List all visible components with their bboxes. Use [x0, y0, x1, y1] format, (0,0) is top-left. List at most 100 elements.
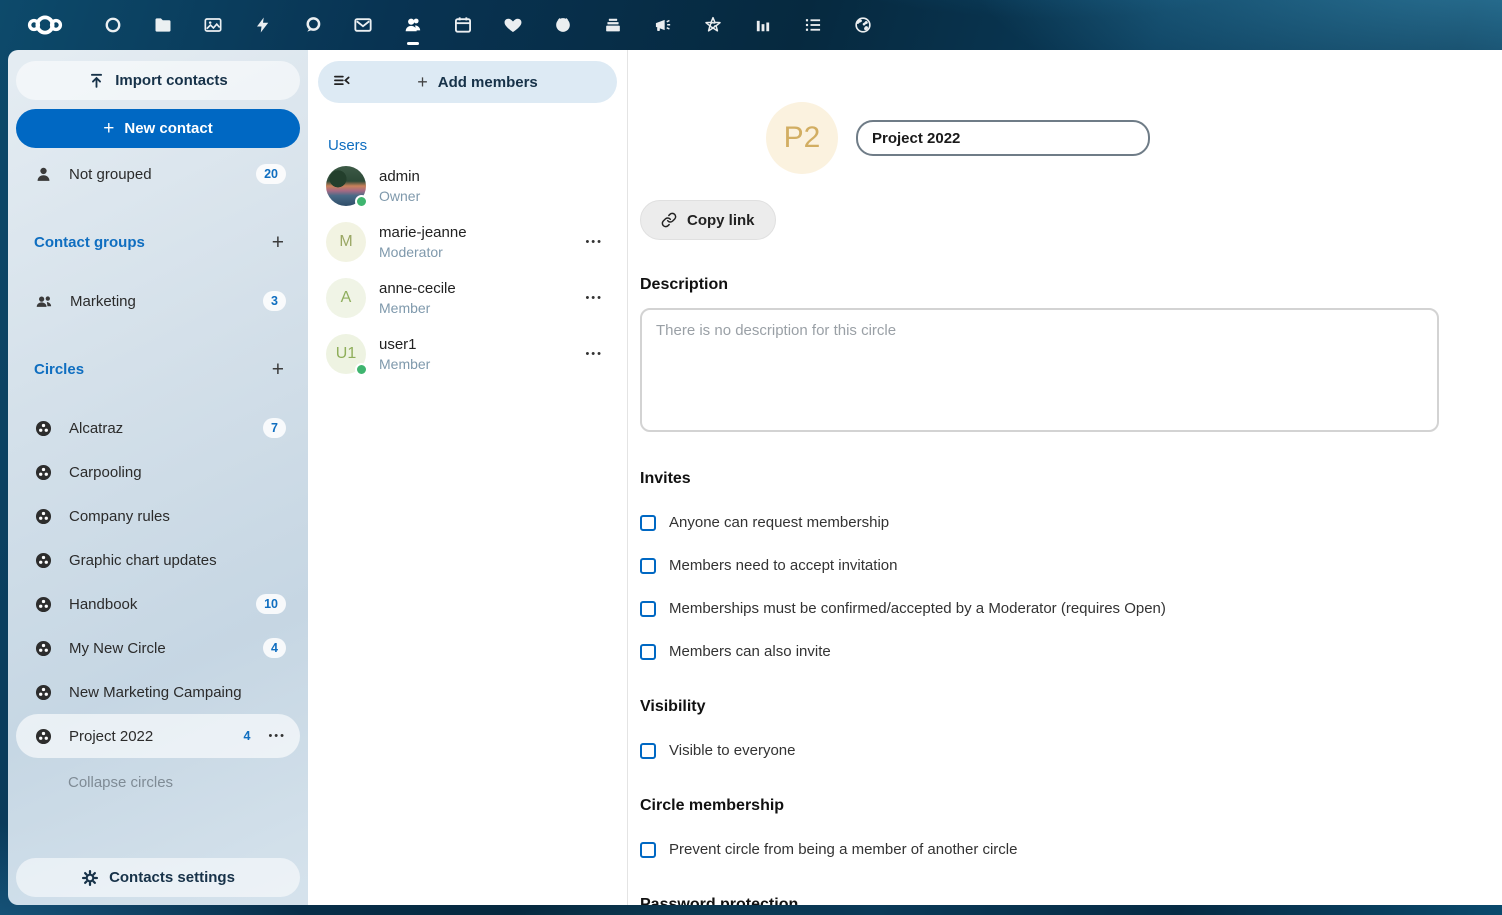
description-header: Description — [640, 276, 1439, 294]
member-row-user1[interactable]: U1 user1 Member ••• — [318, 326, 617, 382]
group-label: Marketing — [70, 293, 247, 310]
new-contact-label: New contact — [124, 120, 212, 137]
collectives-icon[interactable] — [688, 0, 738, 50]
activity-icon[interactable] — [238, 0, 288, 50]
dashboard-icon[interactable] — [88, 0, 138, 50]
announcements-icon[interactable] — [638, 0, 688, 50]
checkbox[interactable] — [640, 601, 656, 617]
contact-groups-title: Contact groups — [34, 234, 266, 251]
sidebar-item-not-grouped[interactable]: Not grouped 20 — [16, 152, 300, 196]
circle-icon — [34, 463, 53, 482]
checkbox[interactable] — [640, 558, 656, 574]
plus-icon: + — [103, 118, 114, 140]
photos-icon[interactable] — [188, 0, 238, 50]
avatar-initials: U1 — [336, 345, 356, 363]
health-heart-icon[interactable] — [488, 0, 538, 50]
member-actions-menu[interactable]: ••• — [585, 236, 603, 248]
avatar: U1 — [326, 334, 366, 374]
link-icon — [661, 212, 677, 228]
circle-icon — [34, 595, 53, 614]
circle-icon — [34, 507, 53, 526]
circle-label: Project 2022 — [69, 728, 225, 745]
member-name: anne-cecile — [379, 279, 572, 299]
description-textarea[interactable] — [640, 308, 1439, 432]
member-actions-menu[interactable]: ••• — [585, 348, 603, 360]
option-row[interactable]: Members can also invite — [640, 643, 1439, 660]
count-badge: 20 — [256, 164, 286, 184]
member-name: user1 — [379, 335, 572, 355]
checkbox[interactable] — [640, 644, 656, 660]
checkbox[interactable] — [640, 842, 656, 858]
sidebar-circle-item[interactable]: Carpooling — [16, 450, 300, 494]
contacts-settings-label: Contacts settings — [109, 869, 235, 886]
nextcloud-logo-icon[interactable] — [18, 13, 72, 37]
sidebar-circle-item[interactable]: Alcatraz 7 — [16, 406, 300, 450]
external-sites-globe-icon[interactable] — [838, 0, 888, 50]
circle-icon — [34, 683, 53, 702]
option-row[interactable]: Prevent circle from being a member of an… — [640, 841, 1439, 858]
add-members-button[interactable]: + Add members — [318, 61, 617, 103]
member-actions-menu[interactable]: ••• — [585, 292, 603, 304]
checkbox[interactable] — [640, 515, 656, 531]
option-label: Members need to accept invitation — [669, 557, 897, 574]
sidebar-circle-item[interactable]: My New Circle 4 — [16, 626, 300, 670]
circles-header: Circles + — [34, 357, 290, 382]
circle-name-input[interactable] — [856, 120, 1150, 156]
not-grouped-label: Not grouped — [69, 166, 240, 183]
deck-icon[interactable] — [588, 0, 638, 50]
sidebar-circle-item[interactable]: Company rules — [16, 494, 300, 538]
collapse-circles-link[interactable]: Collapse circles — [68, 774, 300, 791]
count-badge: 3 — [263, 291, 286, 311]
option-label: Anyone can request membership — [669, 514, 889, 531]
member-row-marie-jeanne[interactable]: M marie-jeanne Moderator ••• — [318, 214, 617, 270]
analytics-icon[interactable] — [738, 0, 788, 50]
circle-label: Company rules — [69, 508, 286, 525]
new-contact-button[interactable]: + New contact — [16, 109, 300, 148]
option-row[interactable]: Memberships must be confirmed/accepted b… — [640, 600, 1439, 617]
option-label: Memberships must be confirmed/accepted b… — [669, 600, 1166, 617]
collapse-panel-icon[interactable] — [332, 72, 352, 92]
member-name: marie-jeanne — [379, 223, 572, 243]
visibility-header: Visibility — [640, 698, 1439, 716]
circle-label: New Marketing Campaing — [69, 684, 286, 701]
import-contacts-button[interactable]: Import contacts — [16, 61, 300, 100]
talk-icon[interactable] — [288, 0, 338, 50]
tasks-list-icon[interactable] — [788, 0, 838, 50]
password-protection-header: Password protection — [640, 896, 1439, 905]
online-status-dot — [355, 195, 368, 208]
sidebar-circle-item[interactable]: Graphic chart updates — [16, 538, 300, 582]
count-badge: 7 — [263, 418, 286, 438]
contacts-settings-button[interactable]: Contacts settings — [16, 858, 300, 897]
users-header: Users — [328, 137, 617, 154]
files-icon[interactable] — [138, 0, 188, 50]
sidebar-item-marketing[interactable]: Marketing 3 — [16, 279, 300, 323]
circle-label: Graphic chart updates — [69, 552, 286, 569]
plus-icon: + — [417, 72, 428, 93]
member-row-anne-cecile[interactable]: A anne-cecile Member ••• — [318, 270, 617, 326]
add-circle-button[interactable]: + — [266, 357, 290, 382]
option-row[interactable]: Anyone can request membership — [640, 514, 1439, 531]
import-contacts-label: Import contacts — [115, 72, 228, 89]
sidebar-circle-item[interactable]: New Marketing Campaing — [16, 670, 300, 714]
option-label: Members can also invite — [669, 643, 831, 660]
member-row-admin[interactable]: admin Owner — [318, 158, 617, 214]
online-status-dot — [355, 363, 368, 376]
circle-actions-menu[interactable]: ••• — [268, 730, 286, 742]
github-icon[interactable] — [538, 0, 588, 50]
contact-groups-header: Contact groups + — [34, 230, 290, 255]
upload-icon — [88, 72, 105, 89]
sidebar-circle-item[interactable]: Handbook 10 — [16, 582, 300, 626]
copy-link-button[interactable]: Copy link — [640, 200, 776, 240]
add-group-button[interactable]: + — [266, 230, 290, 255]
circle-label: My New Circle — [69, 640, 247, 657]
count-badge: 10 — [256, 594, 286, 614]
checkbox[interactable] — [640, 743, 656, 759]
sidebar-circle-item-selected[interactable]: Project 2022 4 ••• — [16, 714, 300, 758]
calendar-icon[interactable] — [438, 0, 488, 50]
option-row[interactable]: Members need to accept invitation — [640, 557, 1439, 574]
contacts-icon[interactable] — [388, 0, 438, 50]
gear-icon — [81, 869, 99, 887]
option-row[interactable]: Visible to everyone — [640, 742, 1439, 759]
mail-icon[interactable] — [338, 0, 388, 50]
circle-icon — [34, 727, 53, 746]
